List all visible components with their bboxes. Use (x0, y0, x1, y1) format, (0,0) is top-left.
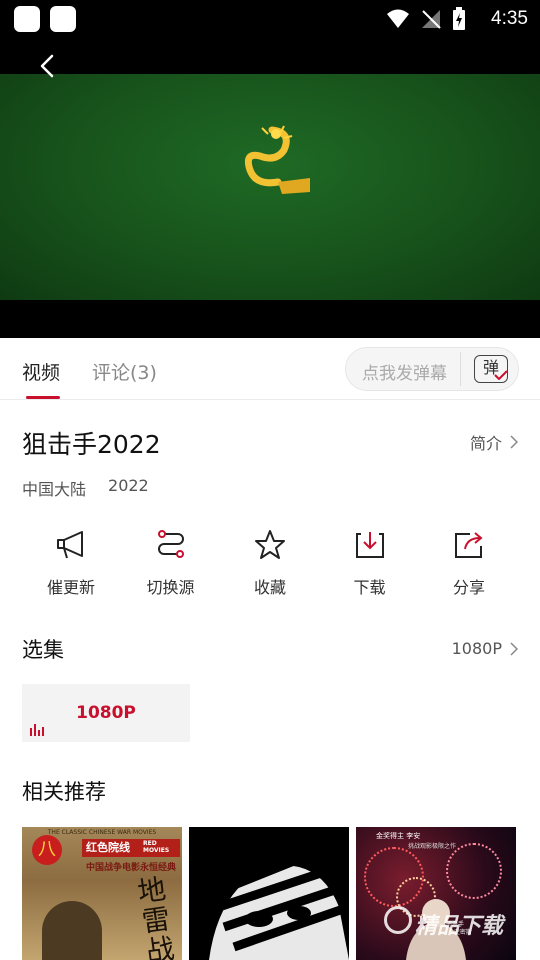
tab-bar: 视频 评论(3) 点我发弹幕 弹 (0, 338, 540, 400)
status-bar: 4:35 (0, 0, 540, 38)
action-row: 催更新 切换源 收藏 下载 分享 (22, 528, 518, 598)
action-label: 分享 (452, 578, 485, 597)
download-icon (355, 532, 384, 558)
recommend-title: 相关推荐 (22, 780, 106, 804)
danmu-placeholder[interactable]: 点我发弹幕 (362, 359, 447, 384)
recommend-poster[interactable] (189, 827, 349, 960)
episode-label[interactable]: 1080P (22, 703, 190, 723)
danmu-input[interactable]: 点我发弹幕 弹 (345, 347, 519, 391)
video-frame[interactable] (0, 74, 540, 300)
intro-label[interactable]: 简介 (470, 430, 502, 454)
recommend-poster[interactable]: 金奖得主 李安 挑战观影极限之作 双子杀手 威尔·史密斯 (356, 827, 516, 960)
quality-selector[interactable]: 1080P (452, 639, 518, 658)
video-player[interactable] (0, 38, 540, 338)
tab-comments[interactable]: 评论(3) (92, 358, 157, 385)
tab-video[interactable]: 视频 (22, 358, 60, 385)
download-button[interactable]: 下载 (321, 528, 419, 598)
megaphone-icon (57, 531, 83, 559)
playing-indicator-icon (30, 724, 44, 736)
poster-face-art (209, 842, 349, 960)
wifi-icon (387, 9, 409, 28)
favorite-button[interactable]: 收藏 (221, 528, 319, 598)
switch-source-icon (157, 530, 184, 558)
action-label: 收藏 (253, 578, 286, 597)
star-icon (255, 530, 285, 559)
intro-link[interactable]: 简介 (470, 430, 518, 454)
check-icon (494, 370, 508, 380)
clock: 4:35 (491, 8, 528, 29)
battery-charging-icon (453, 7, 465, 30)
no-signal-icon (422, 10, 441, 29)
chevron-right-icon (510, 435, 518, 449)
action-label: 切换源 (146, 578, 195, 597)
episode-item[interactable]: 1080P (22, 684, 190, 742)
share-icon (455, 532, 483, 558)
poster-figure (42, 901, 102, 960)
switch-source-button[interactable]: 切换源 (122, 528, 220, 598)
recommend-poster[interactable]: THE CLASSIC CHINESE WAR MOVIES 八 红色院线 RE… (22, 827, 182, 960)
quality-label[interactable]: 1080P (452, 639, 502, 658)
video-title: 狙击手2022 (22, 430, 161, 459)
urge-update-button[interactable]: 催更新 (22, 528, 120, 598)
dragon-logo (244, 125, 310, 194)
year: 2022 (108, 476, 149, 495)
active-tab-indicator (26, 396, 60, 399)
poster-subtitle: 挑战观影极限之作 (408, 843, 457, 850)
share-button[interactable]: 分享 (420, 528, 518, 598)
action-label: 下载 (353, 578, 386, 597)
watermark-logo-icon (384, 906, 412, 934)
status-icons (386, 7, 466, 31)
episodes-title: 选集 (22, 638, 64, 662)
recommend-list: THE CLASSIC CHINESE WAR MOVIES 八 红色院线 RE… (22, 827, 518, 960)
poster-top-text: 金奖得主 李安 (376, 832, 421, 840)
back-arrow-icon[interactable] (34, 52, 62, 80)
poster-banner-en: RED MOVIES (143, 840, 170, 854)
watermark: 精品下载 (415, 914, 504, 939)
fireworks (446, 843, 502, 899)
notification-icon (50, 6, 76, 32)
poster-badge: 八 (32, 835, 62, 865)
region: 中国大陆 (22, 480, 87, 499)
divider (460, 352, 461, 386)
poster-subtitle: 中国战争电影永恒经典 (86, 863, 177, 873)
poster-calligraphy: 地雷战 (135, 872, 177, 960)
action-label: 催更新 (46, 578, 95, 597)
notification-icon (14, 6, 40, 32)
video-meta: 中国大陆 2022 (22, 476, 149, 500)
chevron-right-icon (510, 641, 518, 656)
